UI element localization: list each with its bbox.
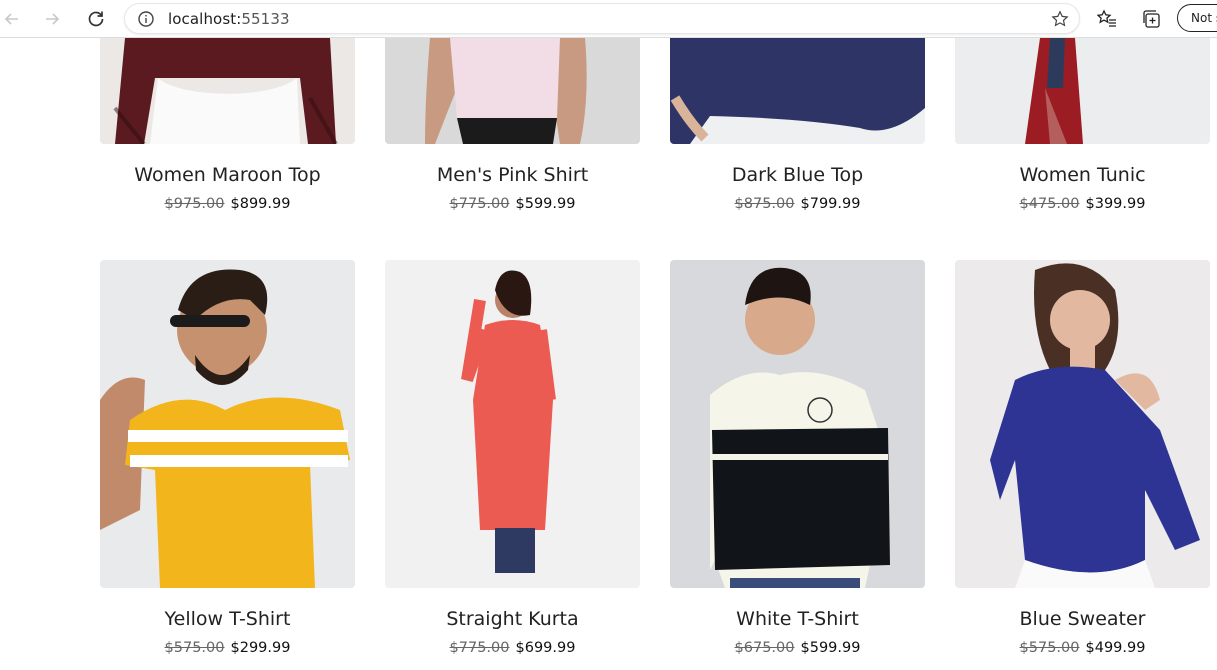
yellow-tshirt-photo[interactable] bbox=[100, 260, 355, 588]
favorites-icon[interactable] bbox=[1096, 9, 1117, 34]
collections-icon[interactable] bbox=[1142, 9, 1162, 34]
sale-price: $599.99 bbox=[515, 196, 576, 212]
browser-toolbar: localhost:55133 Not s bbox=[0, 0, 1217, 38]
sale-price: $599.99 bbox=[800, 640, 861, 656]
site-info-icon[interactable] bbox=[137, 10, 155, 33]
product-title[interactable]: Dark Blue Top bbox=[670, 164, 925, 186]
sale-price: $699.99 bbox=[515, 640, 576, 656]
url-host: localhost: bbox=[168, 10, 242, 28]
product-prices: $775.00 $699.99 bbox=[385, 640, 640, 656]
product-prices: $675.00 $599.99 bbox=[670, 640, 925, 656]
address-bar[interactable]: localhost:55133 bbox=[124, 3, 1080, 34]
original-price: $775.00 bbox=[449, 196, 510, 212]
original-price: $475.00 bbox=[1019, 196, 1080, 212]
back-icon[interactable] bbox=[0, 7, 24, 31]
product-prices: $575.00 $299.99 bbox=[100, 640, 355, 656]
product-title[interactable]: Yellow T-Shirt bbox=[100, 608, 355, 630]
product-title[interactable]: White T-Shirt bbox=[670, 608, 925, 630]
product-card[interactable]: Women Tunic $475.00 $399.99 bbox=[955, 38, 1210, 212]
profile-button[interactable]: Not s bbox=[1177, 4, 1217, 32]
product-card[interactable]: Yellow T-Shirt $575.00 $299.99 bbox=[100, 260, 355, 656]
product-card[interactable]: Women Maroon Top $975.00 $899.99 bbox=[100, 38, 355, 212]
product-card[interactable]: Men's Pink Shirt $775.00 $599.99 bbox=[385, 38, 640, 212]
original-price: $975.00 bbox=[164, 196, 225, 212]
original-price: $775.00 bbox=[449, 640, 510, 656]
original-price: $575.00 bbox=[164, 640, 225, 656]
original-price: $875.00 bbox=[734, 196, 795, 212]
kurta-photo[interactable] bbox=[385, 260, 640, 588]
sale-price: $799.99 bbox=[800, 196, 861, 212]
product-prices: $975.00 $899.99 bbox=[100, 196, 355, 212]
product-prices: $775.00 $599.99 bbox=[385, 196, 640, 212]
white-tshirt-photo[interactable] bbox=[670, 260, 925, 588]
pink-shirt-photo[interactable] bbox=[385, 38, 640, 144]
original-price: $675.00 bbox=[734, 640, 795, 656]
sale-price: $499.99 bbox=[1085, 640, 1146, 656]
dark-blue-top-photo[interactable] bbox=[670, 38, 925, 144]
product-title[interactable]: Straight Kurta bbox=[385, 608, 640, 630]
url-text: localhost:55133 bbox=[168, 10, 290, 28]
reload-icon[interactable] bbox=[84, 7, 108, 31]
product-card[interactable]: Blue Sweater $575.00 $499.99 bbox=[955, 260, 1210, 656]
tunic-photo[interactable] bbox=[955, 38, 1210, 144]
product-card[interactable]: Dark Blue Top $875.00 $799.99 bbox=[670, 38, 925, 212]
product-prices: $875.00 $799.99 bbox=[670, 196, 925, 212]
product-card[interactable]: Straight Kurta $775.00 $699.99 bbox=[385, 260, 640, 656]
sale-price: $399.99 bbox=[1085, 196, 1146, 212]
product-prices: $475.00 $399.99 bbox=[955, 196, 1210, 212]
maroon-top-photo[interactable] bbox=[100, 38, 355, 144]
sale-price: $299.99 bbox=[230, 640, 291, 656]
sale-price: $899.99 bbox=[230, 196, 291, 212]
product-title[interactable]: Men's Pink Shirt bbox=[385, 164, 640, 186]
forward-icon[interactable] bbox=[40, 7, 64, 31]
product-title[interactable]: Blue Sweater bbox=[955, 608, 1210, 630]
bookmark-star-icon[interactable] bbox=[1051, 10, 1069, 33]
blue-sweater-photo[interactable] bbox=[955, 260, 1210, 588]
url-port: 55133 bbox=[241, 10, 290, 28]
product-prices: $575.00 $499.99 bbox=[955, 640, 1210, 656]
product-card[interactable]: White T-Shirt $675.00 $599.99 bbox=[670, 260, 925, 656]
product-grid: Women Maroon Top $975.00 $899.99 Men's Pi… bbox=[0, 38, 1217, 670]
product-title[interactable]: Women Tunic bbox=[955, 164, 1210, 186]
original-price: $575.00 bbox=[1019, 640, 1080, 656]
product-title[interactable]: Women Maroon Top bbox=[100, 164, 355, 186]
